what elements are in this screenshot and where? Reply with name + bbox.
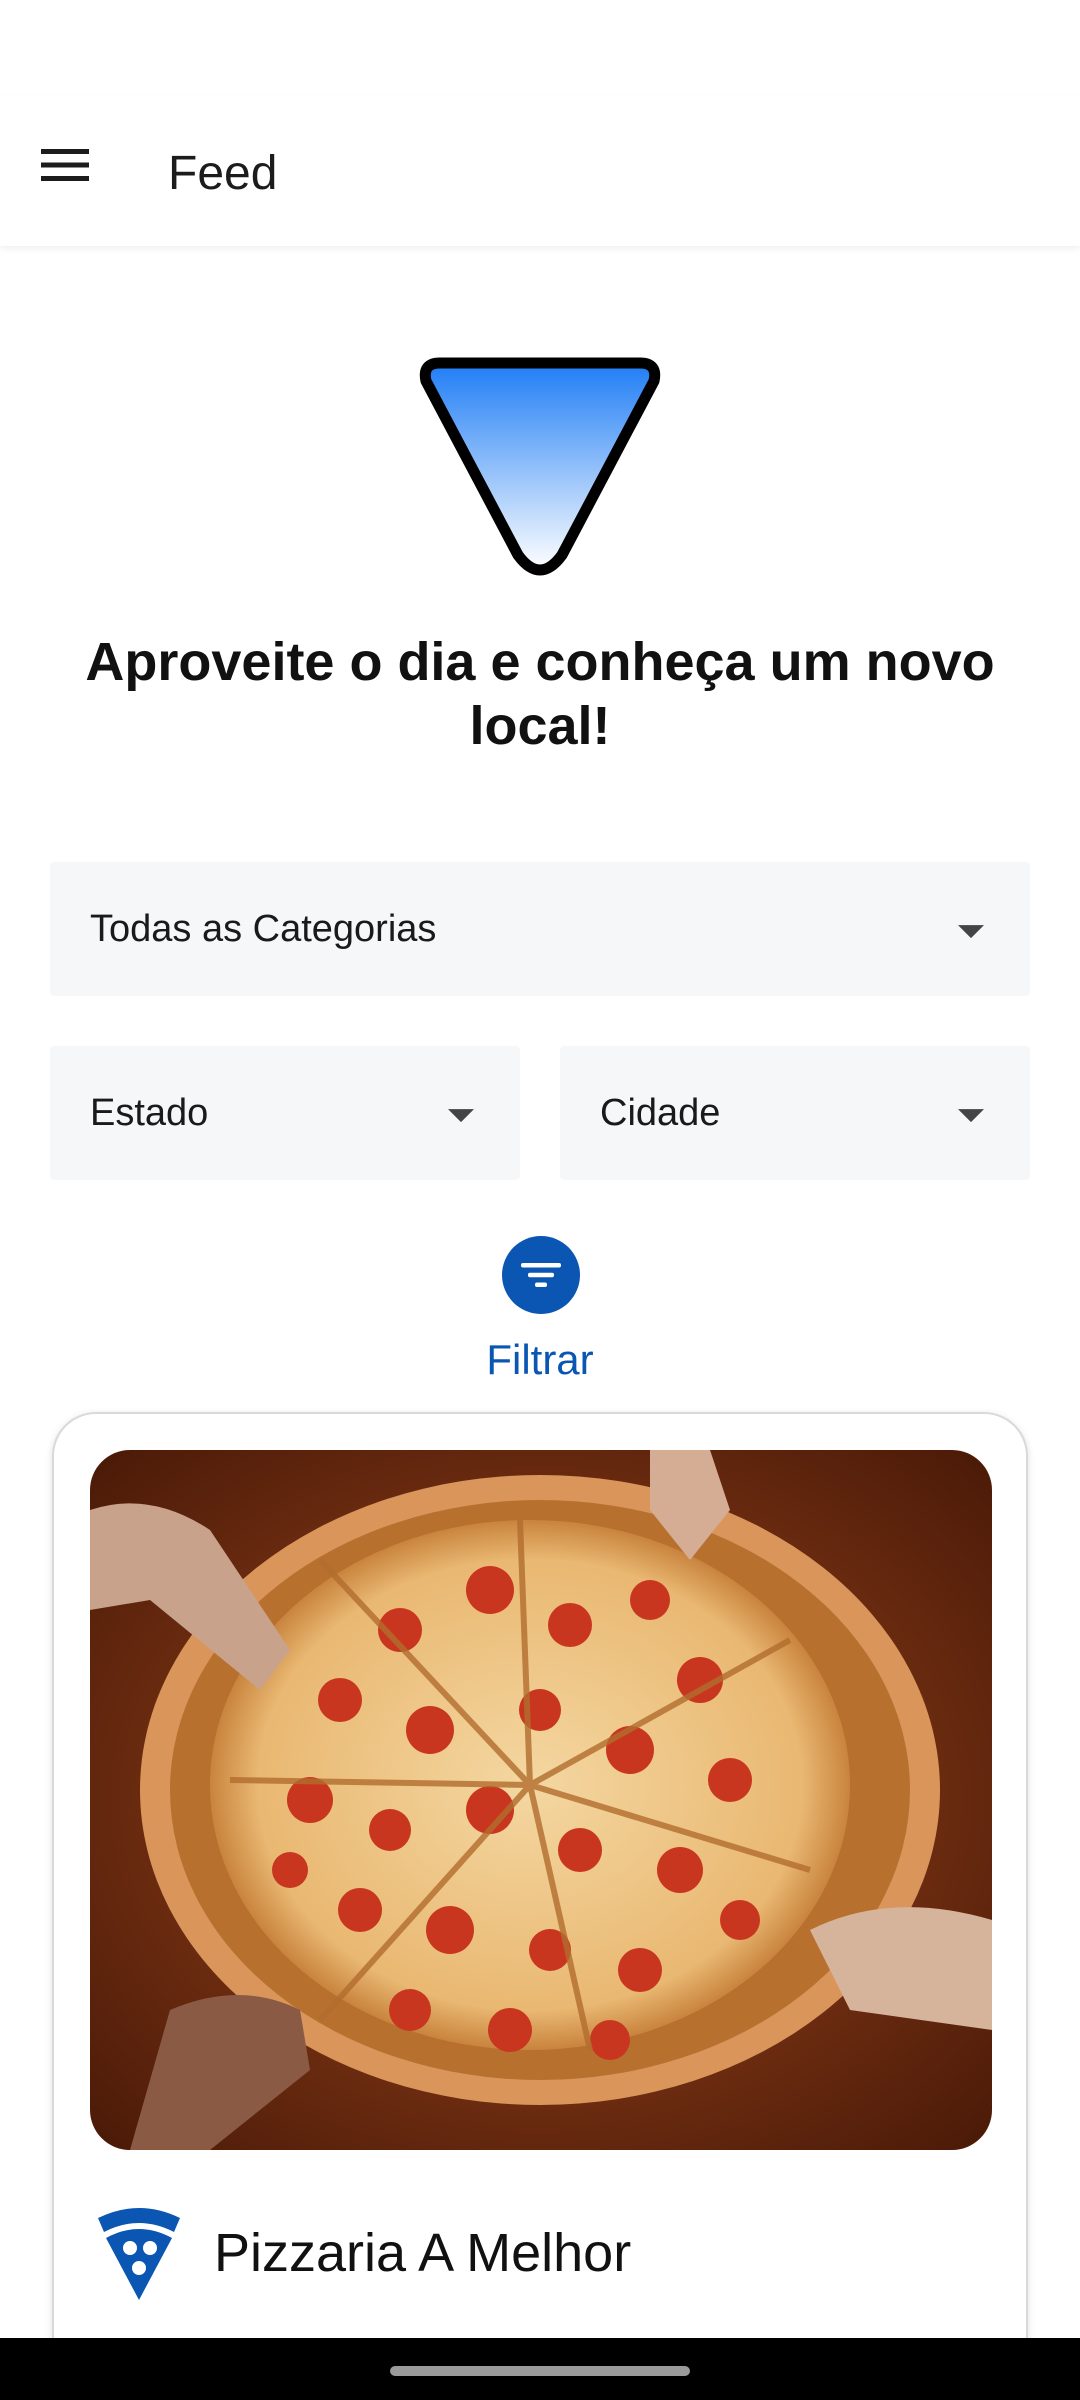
chevron-down-icon [958, 1109, 984, 1123]
city-select[interactable]: Cidade [560, 1046, 1030, 1180]
place-name: Pizzaria A Melhor [214, 2223, 632, 2283]
filter-button-label: Filtrar [486, 1336, 594, 1383]
chevron-down-icon [958, 925, 984, 939]
state-select-value: Estado [90, 1091, 209, 1134]
app-logo [410, 345, 670, 585]
place-card[interactable]: Pizzaria A Melhor [52, 1412, 1028, 2400]
welcome-headline: Aproveite o dia e conheça um novo local! [85, 632, 995, 756]
place-card-image[interactable] [90, 1450, 992, 2150]
hamburger-menu-icon [41, 149, 89, 181]
state-select[interactable]: Estado [50, 1046, 520, 1180]
chevron-down-icon [448, 1109, 474, 1123]
app-bar: Feed [0, 96, 1080, 246]
status-bar [0, 0, 1080, 96]
page-title: Feed [168, 147, 278, 200]
category-select-value: Todas as Categorias [90, 907, 437, 950]
menu-button[interactable] [30, 130, 100, 200]
home-gesture-handle[interactable] [390, 2366, 690, 2376]
category-select[interactable]: Todas as Categorias [50, 862, 1030, 996]
filter-button[interactable]: Filtrar [440, 1236, 640, 1386]
city-select-value: Cidade [600, 1091, 721, 1134]
system-navigation-bar [0, 2338, 1080, 2400]
pizza-slice-icon [94, 2204, 184, 2304]
place-card-header: Pizzaria A Melhor [94, 2204, 974, 2314]
filter-icon [502, 1236, 580, 1314]
